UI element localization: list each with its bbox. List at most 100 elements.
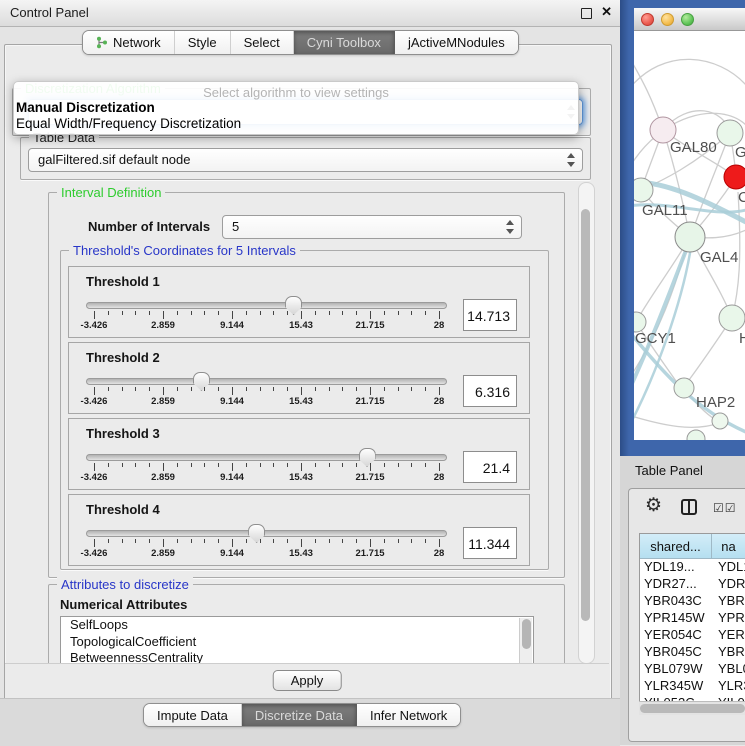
network-node[interactable] [634, 312, 646, 332]
threshold-value-field[interactable]: 21.4 [463, 451, 517, 483]
table-row[interactable]: YBR043CYBR0 [640, 593, 745, 610]
popup-item-equal-width-frequency[interactable]: Equal Width/Frequency Discretization [16, 116, 241, 131]
tick-mark [204, 463, 205, 467]
tick-mark [122, 311, 123, 315]
threshold-value-field[interactable]: 11.344 [463, 527, 517, 559]
cell-shared-name[interactable]: YPR145W [640, 610, 711, 627]
tab-style[interactable]: Style [175, 31, 231, 54]
network-node[interactable] [719, 305, 745, 331]
cell-shared-name[interactable]: YBR045C [640, 644, 711, 661]
close-icon[interactable]: ✕ [601, 4, 612, 20]
tab-impute-data[interactable]: Impute Data [144, 704, 242, 726]
table-row[interactable]: YPR145WYPR1 [640, 610, 745, 627]
network-node[interactable] [724, 165, 745, 189]
close-traffic-light-icon[interactable] [641, 13, 654, 26]
threshold-slider[interactable]: -3.4262.8599.14415.4321.71528 [86, 523, 447, 563]
cell-name[interactable]: YBR0 [711, 644, 745, 661]
tab-network[interactable]: Network [83, 31, 175, 54]
tick-mark [94, 539, 95, 547]
cell-name[interactable]: YER0 [711, 627, 745, 644]
cell-name[interactable]: YDR2 [711, 576, 745, 593]
network-window-frame: GAL80GCGAL11GAL4GCY1HHAP2 [620, 0, 745, 456]
threshold-value-field[interactable]: 14.713 [463, 299, 517, 331]
cell-shared-name[interactable]: YER054C [640, 627, 711, 644]
network-node[interactable] [675, 222, 705, 252]
tick-label: 9.144 [220, 396, 244, 407]
threshold-slider[interactable]: -3.4262.8599.14415.4321.71528 [86, 447, 447, 487]
apply-button[interactable]: Apply [273, 670, 342, 691]
gear-icon[interactable]: ⚙ [645, 494, 662, 517]
network-node[interactable] [687, 430, 705, 440]
tab-discretize-data-label: Discretize Data [255, 708, 343, 723]
cell-name[interactable]: YDL1 [711, 559, 745, 576]
tab-select[interactable]: Select [231, 31, 294, 54]
main-vertical-scrollbar[interactable] [578, 182, 595, 664]
popup-item-manual-discretization[interactable]: Manual Discretization [16, 100, 155, 115]
network-canvas[interactable]: GAL80GCGAL11GAL4GCY1HHAP2 [634, 30, 745, 440]
network-node[interactable] [634, 178, 653, 202]
cell-name[interactable]: YLR3 [711, 678, 745, 695]
tick-mark [273, 387, 274, 391]
tab-discretize-data[interactable]: Discretize Data [242, 704, 357, 726]
network-node[interactable] [674, 378, 694, 398]
tick-mark [301, 311, 302, 319]
network-node[interactable] [712, 413, 728, 429]
tick-label: 2.859 [151, 320, 175, 331]
minimize-traffic-light-icon[interactable] [661, 13, 674, 26]
cell-shared-name[interactable]: YBL079W [640, 661, 711, 678]
tick-mark [356, 387, 357, 391]
attributes-scrollbar[interactable] [519, 618, 532, 663]
table-row[interactable]: YBL079WYBL0 [640, 661, 745, 678]
node-attribute-table[interactable]: shared... na YDL19...YDL1YDR27...YDR2YBR… [639, 533, 745, 705]
main-scrollbar-thumb[interactable] [581, 209, 590, 621]
table-row[interactable]: YLR345WYLR3 [640, 678, 745, 695]
tick-mark [191, 387, 192, 391]
table-data-combo[interactable]: galFiltered.sif default node [28, 148, 583, 172]
tick-mark [370, 311, 371, 319]
table-row[interactable]: YDR27...YDR2 [640, 576, 745, 593]
tick-mark [329, 387, 330, 391]
control-panel-titlebar: Control Panel ✕ [0, 0, 620, 27]
tick-mark [135, 311, 136, 315]
cell-name[interactable]: YBR0 [711, 593, 745, 610]
cell-shared-name[interactable]: YDR27... [640, 576, 711, 593]
network-node[interactable] [717, 120, 743, 146]
network-edge[interactable] [634, 415, 719, 427]
column-header-shared-name[interactable]: shared... [640, 534, 712, 558]
tick-mark [246, 311, 247, 315]
column-header-name[interactable]: na [712, 534, 745, 558]
table-row[interactable]: YDL19...YDL1 [640, 559, 745, 576]
threshold-slider[interactable]: -3.4262.8599.14415.4321.71528 [86, 371, 447, 411]
cell-name[interactable]: YBL0 [711, 661, 745, 678]
table-panel-toolbar: ⚙ ☑☑ [629, 489, 745, 529]
tab-cyni-toolbox[interactable]: Cyni Toolbox [294, 31, 395, 54]
combo-arrows-icon [505, 220, 514, 234]
table-row[interactable]: YER054CYER0 [640, 627, 745, 644]
numerical-attributes-list[interactable]: SelfLoopsTopologicalCoefficientBetweenne… [60, 616, 534, 665]
tick-label: 9.144 [220, 548, 244, 559]
select-columns-icons[interactable]: ☑☑ [713, 501, 737, 515]
float-window-icon[interactable] [581, 8, 592, 19]
tick-label: 21.715 [355, 548, 384, 559]
threshold-value-field[interactable]: 6.316 [463, 375, 517, 407]
table-row[interactable]: YBR045CYBR0 [640, 644, 745, 661]
column-layout-icon[interactable] [681, 499, 697, 515]
table-horizontal-scrollbar[interactable] [639, 701, 745, 715]
cell-name[interactable]: YPR1 [711, 610, 745, 627]
zoom-traffic-light-icon[interactable] [681, 13, 694, 26]
threshold-slider[interactable]: -3.4262.8599.14415.4321.71528 [86, 295, 447, 335]
right-column: GAL80GCGAL11GAL4GCY1HHAP2 Table Panel ⚙ … [620, 0, 745, 745]
tab-jactivemnodules[interactable]: jActiveMNodules [395, 31, 518, 54]
network-node-label: GAL80 [670, 139, 717, 156]
table-hscrollbar-thumb[interactable] [640, 704, 745, 713]
attributes-scrollbar-thumb[interactable] [522, 619, 531, 649]
tab-infer-network[interactable]: Infer Network [357, 704, 460, 726]
network-edge[interactable] [634, 59, 745, 90]
cell-shared-name[interactable]: YBR043C [640, 593, 711, 610]
tick-label: -3.426 [81, 396, 108, 407]
attribute-list-item[interactable]: TopologicalCoefficient [61, 634, 533, 651]
attribute-list-item[interactable]: SelfLoops [61, 617, 533, 634]
cell-shared-name[interactable]: YLR345W [640, 678, 711, 695]
cell-shared-name[interactable]: YDL19... [640, 559, 711, 576]
number-of-intervals-combo[interactable]: 5 [222, 215, 522, 239]
